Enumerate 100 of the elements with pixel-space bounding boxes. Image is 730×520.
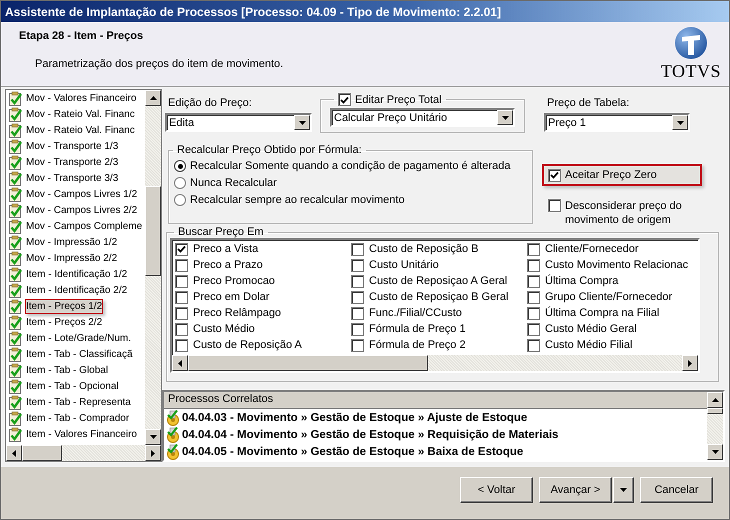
arrow-right-icon	[688, 360, 692, 366]
checkbox[interactable]: Editar Preço Total	[338, 93, 442, 106]
caret-icon	[298, 120, 306, 124]
clipboard-check-icon	[8, 122, 23, 138]
clipboard-check-icon	[8, 426, 23, 442]
step-item[interactable]: Mov - Transporte 3/3	[8, 170, 145, 186]
group-title: Buscar Preço Em	[177, 226, 265, 238]
scrollbar[interactable]	[172, 355, 698, 371]
step-item[interactable]: Mov - Campos Livres 2/2	[8, 202, 145, 218]
step-item[interactable]: Item - Valores Financeiro	[8, 426, 145, 442]
step-item[interactable]: Item - Tab - Opcional	[8, 378, 145, 394]
step-item[interactable]: Mov - Campos Compleme	[8, 218, 145, 234]
step-item[interactable]: Item - Tab - Comprador	[8, 410, 145, 426]
scrollbar-thumb[interactable]	[22, 445, 62, 461]
scrollbar[interactable]	[707, 392, 723, 460]
step-item[interactable]: Item - Preços 2/2	[8, 314, 145, 330]
radio-label[interactable]: Recalcular sempre ao recalcular movimento	[190, 194, 405, 206]
clipboard-check-icon	[8, 138, 23, 154]
clipboard-check-icon	[8, 394, 23, 410]
radio-button[interactable]	[174, 160, 186, 172]
dropdown[interactable]: Preço 1	[544, 113, 690, 132]
scrollbar[interactable]	[145, 90, 161, 445]
clipboard-check-icon	[8, 250, 23, 266]
wizard-button[interactable]: Cancelar	[640, 477, 713, 503]
clipboard-check-icon	[8, 378, 23, 394]
checkbox[interactable]: Preco Promocao	[175, 273, 351, 289]
checkbox[interactable]: Cliente/Fornecedor	[527, 241, 698, 257]
process-item[interactable]: 04.04.03 - Movimento » Gestão de Estoque » Ajuste de Estoque	[164, 409, 707, 426]
checkbox[interactable]: Fórmula de Preço 1	[351, 321, 527, 337]
step-item[interactable]: Item - Tab - Classificaçã	[8, 346, 145, 362]
clipboard-check-icon	[8, 106, 23, 122]
checkbox[interactable]: Desconsiderar preço do movimento de origem	[542, 195, 702, 231]
step-item[interactable]: Mov - Campos Livres 1/2	[8, 186, 145, 202]
checkbox[interactable]: Custo de Reposição B	[351, 241, 527, 257]
checkbox[interactable]: Custo de Reposição A	[175, 337, 351, 353]
gear-check-icon	[166, 410, 180, 426]
checkmark-icon	[339, 94, 350, 104]
radio-button[interactable]	[174, 194, 186, 206]
radio-label[interactable]: Recalcular Somente quando a condição de pagamento é alterada	[190, 160, 510, 172]
wizard-button[interactable]: < Voltar	[460, 477, 533, 503]
checkbox[interactable]: Última Compra na Filial	[527, 305, 698, 321]
radio-label[interactable]: Nunca Recalcular	[190, 177, 277, 189]
dropdown[interactable]: Calcular Preço Unitário	[330, 108, 515, 127]
checkbox[interactable]: Preco a Vista	[175, 241, 351, 257]
dropdown[interactable]: Edita	[165, 113, 312, 132]
step-item[interactable]: Mov - Valores Financeiro	[8, 90, 145, 106]
checkbox[interactable]: Custo de Reposiçao A Geral	[351, 273, 527, 289]
process-item[interactable]: 04.04.04 - Movimento » Gestão de Estoque » Requisição de Materiais	[164, 426, 707, 443]
process-item[interactable]: 04.04.05 - Movimento » Gestão de Estoque » Baixa de Estoque	[164, 443, 707, 460]
step-item[interactable]: Item - Tab - Representa	[8, 394, 145, 410]
field-label: Edição do Preço:	[167, 97, 253, 109]
checkmark-icon	[176, 244, 187, 254]
checkbox[interactable]: Fórmula de Preço 2	[351, 337, 527, 353]
clipboard-check-icon	[8, 154, 23, 170]
radio-button[interactable]	[174, 177, 186, 189]
window-title: Assistente de Implantação de Processos [Processo: 04.09 - Tipo de Movimento: 2.2.01]	[5, 4, 501, 18]
step-item[interactable]: Item - Tab - Global	[8, 362, 145, 378]
dropdown-button[interactable]	[613, 477, 634, 503]
checkbox[interactable]: Func./Filial/CCusto	[351, 305, 527, 321]
step-item[interactable]: Mov - Transporte 2/3	[8, 154, 145, 170]
checkbox[interactable]: Custo Unitário	[351, 257, 527, 273]
step-item[interactable]: Item - Lote/Grade/Num.	[8, 330, 145, 346]
clipboard-check-icon	[8, 314, 23, 330]
step-item[interactable]: Item - Identificação 2/2	[8, 282, 145, 298]
clipboard-check-icon	[8, 186, 23, 202]
arrow-down-icon	[150, 435, 156, 439]
arrow-up-icon	[712, 398, 718, 402]
checkbox[interactable]: Custo Movimento Relacionac	[527, 257, 698, 273]
field-label: Preço de Tabela:	[546, 97, 630, 109]
clipboard-check-icon	[8, 234, 23, 250]
gear-check-icon	[166, 426, 180, 442]
step-item[interactable]: Mov - Rateio Val. Financ	[8, 122, 145, 138]
clipboard-check-icon	[8, 170, 23, 186]
checkmark-icon	[549, 170, 560, 180]
caret-icon	[676, 120, 684, 124]
checkbox[interactable]: Grupo Cliente/Fornecedor	[527, 289, 698, 305]
checkbox[interactable]: Custo Médio Geral	[527, 321, 698, 337]
caret-icon	[620, 488, 627, 492]
scrollbar-thumb[interactable]	[707, 408, 723, 414]
checkbox[interactable]: Preco em Dolar	[175, 289, 351, 305]
clipboard-check-icon	[8, 362, 23, 378]
scrollbar-thumb[interactable]	[145, 186, 161, 276]
checkbox[interactable]: Aceitar Preço Zero	[542, 164, 702, 186]
checkbox[interactable]: Preco a Prazo	[175, 257, 351, 273]
step-item[interactable]: Item - Identificação 1/2	[8, 266, 145, 282]
checkbox[interactable]: Preco Relâmpago	[175, 305, 351, 321]
checkbox[interactable]: Última Compra	[527, 273, 698, 289]
wizard-button[interactable]: Avançar >	[539, 477, 612, 503]
step-item[interactable]: Mov - Rateio Val. Financ	[8, 106, 145, 122]
clipboard-check-icon	[8, 282, 23, 298]
checkbox[interactable]: Custo Médio	[175, 321, 351, 337]
checkbox[interactable]: Custo Médio Filial	[527, 337, 698, 353]
gear-check-icon	[166, 444, 180, 460]
scrollbar[interactable]	[6, 445, 161, 461]
checkbox[interactable]: Custo de Reposiçao B Geral	[351, 289, 527, 305]
scrollbar-thumb[interactable]	[188, 355, 428, 371]
group-title: Recalcular Preço Obtido por Fórmula:	[176, 144, 363, 156]
step-item[interactable]: Mov - Impressão 2/2	[8, 250, 145, 266]
step-item[interactable]: Mov - Impressão 1/2	[8, 234, 145, 250]
step-item[interactable]: Mov - Transporte 1/3	[8, 138, 145, 154]
